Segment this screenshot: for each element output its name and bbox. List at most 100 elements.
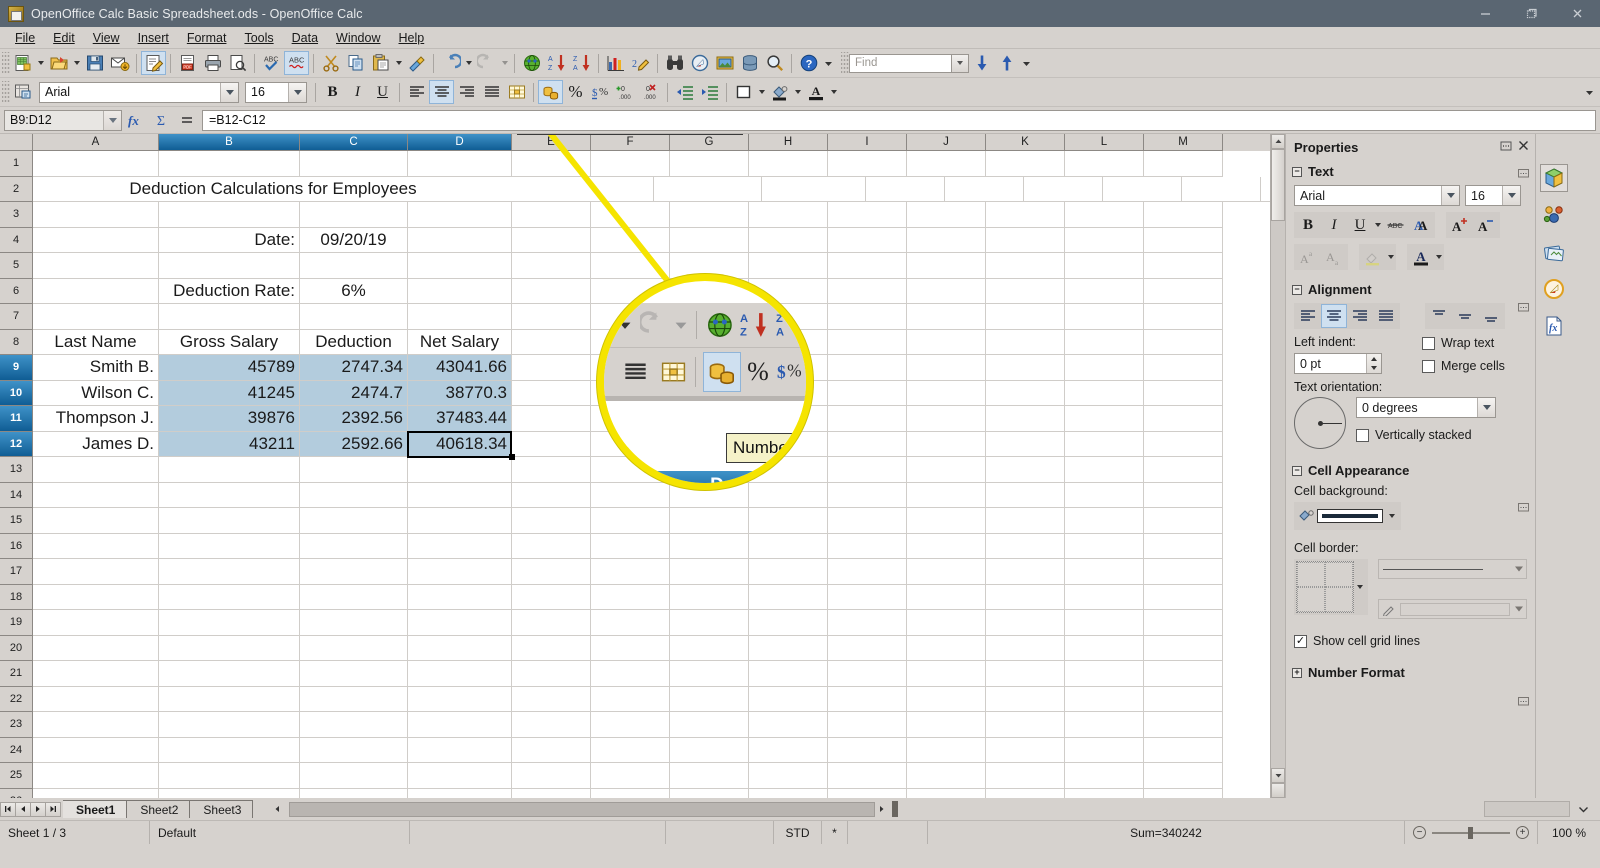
sidebar-underline-dropdown-icon[interactable]: [1373, 213, 1382, 237]
sidebar-increase-font-size-icon[interactable]: A: [1447, 213, 1473, 237]
cell-H5[interactable]: [749, 253, 828, 279]
cell-L11[interactable]: [1065, 406, 1144, 432]
number-format-standard-icon[interactable]: $ %: [588, 80, 613, 104]
cell-K4[interactable]: [986, 227, 1065, 253]
cell-F16[interactable]: [591, 533, 670, 559]
row-header-18[interactable]: 18: [0, 584, 33, 610]
cell-B16[interactable]: [159, 533, 300, 559]
cell-K23[interactable]: [986, 712, 1065, 738]
cell-C9[interactable]: 2747.34: [300, 355, 408, 381]
help-icon[interactable]: ?: [796, 51, 821, 75]
selection-handle[interactable]: [509, 454, 515, 460]
sidebar-align-top-icon[interactable]: [1426, 304, 1452, 328]
menu-data[interactable]: Data: [283, 29, 327, 47]
row-header-7[interactable]: 7: [0, 304, 33, 330]
cell-I22[interactable]: [828, 686, 907, 712]
cell-M13[interactable]: [1144, 457, 1223, 483]
cell-B8[interactable]: Gross Salary: [159, 329, 300, 355]
cell-D14[interactable]: [408, 482, 512, 508]
cell-E2[interactable]: [866, 176, 945, 202]
vertical-scroll-track[interactable]: [1271, 221, 1285, 768]
first-sheet-icon[interactable]: [0, 801, 16, 817]
gallery-deck-icon[interactable]: [1540, 201, 1568, 229]
cell-G20[interactable]: [670, 635, 749, 661]
row-header-21[interactable]: 21: [0, 661, 33, 687]
cell-K17[interactable]: [986, 559, 1065, 585]
cell-J14[interactable]: [907, 482, 986, 508]
underline-button[interactable]: U: [370, 80, 395, 104]
cell-E10[interactable]: [512, 380, 591, 406]
zoom-out-icon[interactable]: −: [1413, 826, 1426, 839]
cell-H4[interactable]: [749, 227, 828, 253]
column-header-F[interactable]: F: [591, 134, 670, 151]
next-sheet-icon[interactable]: [30, 801, 46, 817]
spelling-icon[interactable]: ABC: [259, 51, 284, 75]
cell-G16[interactable]: [670, 533, 749, 559]
cell-I24[interactable]: [828, 737, 907, 763]
hscroll-right-button[interactable]: [875, 802, 889, 817]
row-header-19[interactable]: 19: [0, 610, 33, 636]
add-decimal-place-icon[interactable]: 0 .000: [613, 80, 638, 104]
cell-G4[interactable]: [670, 227, 749, 253]
cell-J15[interactable]: [907, 508, 986, 534]
cell-I26[interactable]: [828, 788, 907, 798]
cell-C4[interactable]: 09/20/19: [300, 227, 408, 253]
cell-E3[interactable]: [512, 202, 591, 228]
formatting-toolbar-grip[interactable]: [2, 81, 10, 103]
formatting-toolbar-overflow-icon[interactable]: [1582, 80, 1596, 104]
cell-J17[interactable]: [907, 559, 986, 585]
row-header-15[interactable]: 15: [0, 508, 33, 534]
cell-K14[interactable]: [986, 482, 1065, 508]
cell-F2[interactable]: [945, 176, 1024, 202]
cell-I4[interactable]: [828, 227, 907, 253]
cell-F24[interactable]: [591, 737, 670, 763]
cell-I19[interactable]: [828, 610, 907, 636]
cell-G26[interactable]: [670, 788, 749, 798]
name-box-dropdown-icon[interactable]: [103, 110, 121, 130]
cell-G17[interactable]: [670, 559, 749, 585]
cell-D23[interactable]: [408, 712, 512, 738]
edit-file-icon[interactable]: [141, 51, 166, 75]
cell-J8[interactable]: [907, 329, 986, 355]
cell-A16[interactable]: [33, 533, 159, 559]
show-cell-grid-lines-checkbox[interactable]: [1294, 634, 1307, 648]
cell-M26[interactable]: [1144, 788, 1223, 798]
cell-K20[interactable]: [986, 635, 1065, 661]
number-format-currency-icon[interactable]: [538, 80, 563, 104]
previous-sheet-icon[interactable]: [15, 801, 31, 817]
draw-functions-icon[interactable]: 2: [628, 51, 653, 75]
status-page-style[interactable]: Default: [150, 821, 410, 844]
cell-E25[interactable]: [512, 763, 591, 789]
cell-M6[interactable]: [1144, 278, 1223, 304]
cell-G21[interactable]: [670, 661, 749, 687]
status-signature[interactable]: [848, 821, 928, 844]
cell-K26[interactable]: [986, 788, 1065, 798]
sidebar-strikethrough-icon[interactable]: ABC: [1382, 213, 1408, 237]
cell-K16[interactable]: [986, 533, 1065, 559]
background-color-dropdown-icon[interactable]: [792, 80, 803, 104]
cell-H22[interactable]: [749, 686, 828, 712]
email-document-icon[interactable]: [107, 51, 132, 75]
data-sources-icon[interactable]: [737, 51, 762, 75]
border-line-color-input[interactable]: [1378, 599, 1527, 619]
row-header-17[interactable]: 17: [0, 559, 33, 585]
cell-K10[interactable]: [986, 380, 1065, 406]
sidebar-font-name-input[interactable]: Arial: [1294, 185, 1460, 206]
column-header-G[interactable]: G: [670, 134, 749, 151]
sidebar-align-left-icon[interactable]: [1295, 304, 1321, 328]
left-indent-input[interactable]: 0 pt: [1294, 353, 1382, 374]
open-folder-icon[interactable]: [46, 51, 71, 75]
row-header-4[interactable]: 4: [0, 227, 33, 253]
cell-E15[interactable]: [512, 508, 591, 534]
find-previous-icon[interactable]: [994, 51, 1019, 75]
sidebar-font-color-icon[interactable]: A: [1408, 245, 1434, 269]
cell-J18[interactable]: [907, 584, 986, 610]
status-zoom-level[interactable]: 100 %: [1538, 821, 1600, 844]
cell-H18[interactable]: [749, 584, 828, 610]
cell-I2[interactable]: [1182, 176, 1261, 202]
cell-A18[interactable]: [33, 584, 159, 610]
column-header-I[interactable]: I: [828, 134, 907, 151]
hscroll-split-handle[interactable]: [891, 801, 898, 817]
cell-C25[interactable]: [300, 763, 408, 789]
sidebar-superscript-icon[interactable]: Aa: [1295, 245, 1321, 269]
